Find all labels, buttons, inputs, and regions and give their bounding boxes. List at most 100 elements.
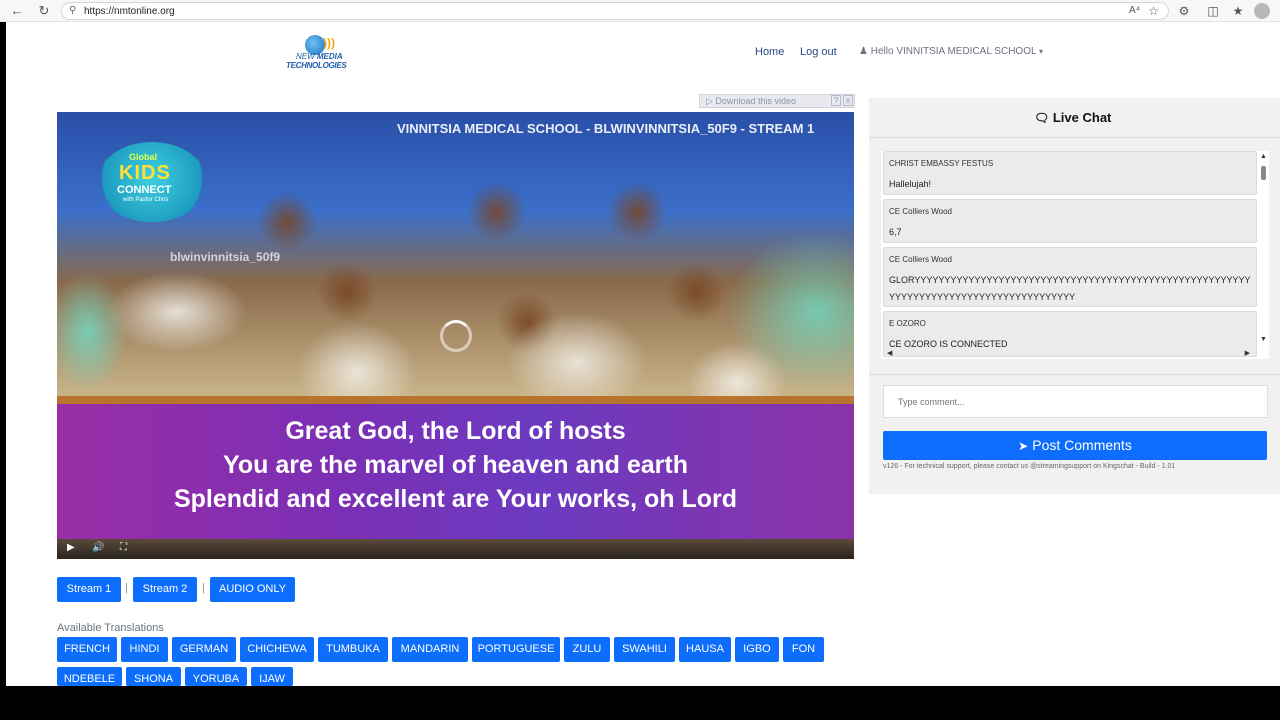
post-comments-label: Post Comments — [1032, 437, 1132, 453]
chat-sender: CE Colliers Wood — [889, 207, 952, 216]
stream-watermark: blwinvinnitsia_50f9 — [170, 250, 281, 264]
nmt-logo[interactable]: ))) NEW MEDIA TECHNOLOGIES — [286, 33, 350, 73]
logo-line1: NEW MEDIA — [296, 52, 343, 61]
separator: | — [202, 582, 205, 594]
favorites-icon[interactable]: ★ — [1230, 3, 1246, 19]
help-icon[interactable]: ? — [831, 95, 841, 106]
caret-down-icon: ▾ — [1038, 47, 1043, 56]
chat-vertical-scrollbar[interactable]: ▲ ▼ — [1258, 151, 1269, 349]
chat-text: 6,7 — [889, 227, 902, 237]
comments-icon: 🗨 — [1034, 111, 1050, 125]
chat-text: Hallelujah! — [889, 179, 932, 189]
live-chat-title: 🗨 Live Chat — [1034, 110, 1111, 125]
audio-only-button[interactable]: AUDIO ONLY — [210, 577, 295, 602]
translation-button-mandarin[interactable]: MANDARIN — [392, 637, 468, 662]
logo-new: NEW — [296, 52, 317, 61]
loading-spinner-icon — [440, 320, 472, 352]
user-dropdown[interactable]: ♟ Hello VINNITSIA MEDICAL SCHOOL ▾ — [859, 46, 1043, 57]
translation-button-swahili[interactable]: SWAHILI — [614, 637, 675, 662]
translation-button-zulu[interactable]: ZULU — [564, 637, 610, 662]
browser-window: ← ↻ ⚲ https://nmtonline.org A⁴ ☆ ⚙ ◫ ★ )… — [0, 0, 1280, 686]
nav-logout-link[interactable]: Log out — [800, 46, 837, 58]
user-icon: ♟ — [859, 46, 868, 57]
scroll-left-icon[interactable]: ◀ — [887, 349, 892, 357]
stream-2-button[interactable]: Stream 2 — [133, 577, 197, 602]
kids-connect-logo: Global KIDS CONNECT with Pastor Chris — [97, 142, 207, 222]
browser-toolbar: ← ↻ ⚲ https://nmtonline.org A⁴ ☆ ⚙ ◫ ★ — [0, 0, 1280, 22]
chat-horizontal-scrollbar[interactable]: ◀ ▶ — [881, 349, 1258, 359]
live-chat-title-text: Live Chat — [1052, 110, 1112, 125]
address-url[interactable]: https://nmtonline.org — [84, 6, 175, 17]
translation-button-igbo[interactable]: IGBO — [735, 637, 779, 662]
close-icon[interactable]: x — [843, 95, 853, 106]
play-icon[interactable]: ▶ — [67, 542, 75, 553]
translation-button-hausa[interactable]: HAUSA — [679, 637, 731, 662]
comment-input[interactable] — [883, 385, 1268, 418]
scroll-right-icon[interactable]: ▶ — [1245, 349, 1250, 357]
nav-home-link[interactable]: Home — [755, 46, 784, 58]
translation-button-shona[interactable]: SHONA — [126, 667, 181, 686]
kids-logo-kids: KIDS — [119, 162, 171, 184]
kids-logo-tagline: with Pastor Chris — [123, 197, 169, 203]
separator: | — [125, 582, 128, 594]
left-border — [0, 22, 6, 686]
chat-message-list[interactable]: CHRIST EMBASSY FESTUS Hallelujah! CE Col… — [881, 151, 1269, 359]
scroll-up-icon[interactable]: ▲ — [1260, 153, 1267, 160]
address-bar[interactable]: ⚲ https://nmtonline.org A⁴ ☆ — [61, 2, 1169, 20]
logo-media: MEDIA — [316, 52, 343, 61]
translation-button-yoruba[interactable]: YORUBA — [185, 667, 247, 686]
video-frame: Global KIDS CONNECT with Pastor Chris VI… — [57, 112, 854, 396]
video-player[interactable]: Global KIDS CONNECT with Pastor Chris VI… — [57, 112, 854, 559]
split-icon[interactable]: ◫ — [1205, 3, 1221, 19]
translation-button-hindi[interactable]: HINDI — [121, 637, 168, 662]
download-video-bar[interactable]: ▷ Download this video ? x — [699, 94, 855, 108]
refresh-icon[interactable]: ↻ — [36, 3, 52, 19]
lock-icon[interactable]: ⚲ — [69, 5, 76, 16]
divider — [869, 374, 1280, 375]
profile-icon[interactable] — [1254, 3, 1270, 19]
support-note: v126 - For technical support, please con… — [883, 463, 1176, 470]
kids-logo-connect: CONNECT — [117, 184, 172, 196]
translation-button-fon[interactable]: FON — [783, 637, 824, 662]
chat-sender: CE Colliers Wood — [889, 255, 952, 264]
star-icon[interactable]: ☆ — [1148, 4, 1159, 18]
chat-message: CE Colliers Wood GLORYYYYYYYYYYYYYYYYYYY… — [883, 247, 1257, 307]
signal-icon: ))) — [323, 36, 335, 50]
volume-icon[interactable]: 🔊 — [92, 542, 104, 553]
chat-message: CHRIST EMBASSY FESTUS Hallelujah! — [883, 151, 1257, 195]
lyric-line-3: Splendid and excellent are Your works, o… — [173, 485, 738, 513]
scroll-down-icon[interactable]: ▼ — [1260, 336, 1267, 343]
lyric-line-2: You are the marvel of heaven and earth — [223, 451, 688, 479]
stream-1-button[interactable]: Stream 1 — [57, 577, 121, 602]
kids-logo-global: Global — [129, 152, 158, 162]
chat-text: GLORYYYYYYYYYYYYYYYYYYYYYYYYYYYYYYYYYYYY… — [889, 275, 1251, 302]
chat-message: CE Colliers Wood 6,7 — [883, 199, 1257, 243]
live-chat-header: 🗨 Live Chat — [869, 98, 1280, 138]
lyrics-banner: Great God, the Lord of hosts You are the… — [57, 396, 854, 539]
logo-line2: TECHNOLOGIES — [286, 61, 347, 70]
live-chat-panel: 🗨 Live Chat CHRIST EMBASSY FESTUS Hallel… — [869, 98, 1280, 494]
fullscreen-icon[interactable]: ⛶ — [120, 542, 127, 553]
stream-title-overlay: VINNITSIA MEDICAL SCHOOL - BLWINVINNITSI… — [397, 121, 815, 136]
translation-button-ijaw[interactable]: IJAW — [251, 667, 293, 686]
post-comments-button[interactable]: ➤ Post Comments — [883, 431, 1267, 460]
chat-sender: CHRIST EMBASSY FESTUS — [889, 159, 994, 168]
read-aloud-icon[interactable]: A⁴ — [1129, 5, 1140, 16]
user-greeting: Hello VINNITSIA MEDICAL SCHOOL — [870, 46, 1037, 57]
translation-button-french[interactable]: FRENCH — [57, 637, 117, 662]
scroll-thumb[interactable] — [1261, 166, 1266, 180]
lyric-line-1: Great God, the Lord of hosts — [285, 417, 626, 445]
translation-button-ndebele[interactable]: NDEBELE — [57, 667, 122, 686]
translation-button-chichewa[interactable]: CHICHEWA — [240, 637, 314, 662]
chat-sender: E OZORO — [889, 319, 926, 328]
video-controls: ▶ 🔊 ⛶ — [57, 539, 854, 559]
download-text: Download this video — [715, 96, 796, 106]
extensions-icon[interactable]: ⚙ — [1176, 3, 1192, 19]
translation-button-german[interactable]: GERMAN — [172, 637, 236, 662]
translations-label: Available Translations — [57, 622, 164, 634]
download-label[interactable]: ▷ Download this video — [706, 96, 796, 107]
translation-button-tumbuka[interactable]: TUMBUKA — [318, 637, 388, 662]
paper-plane-icon: ➤ — [1018, 439, 1029, 453]
back-icon[interactable]: ← — [9, 3, 25, 19]
translation-button-portuguese[interactable]: PORTUGUESE — [472, 637, 560, 662]
